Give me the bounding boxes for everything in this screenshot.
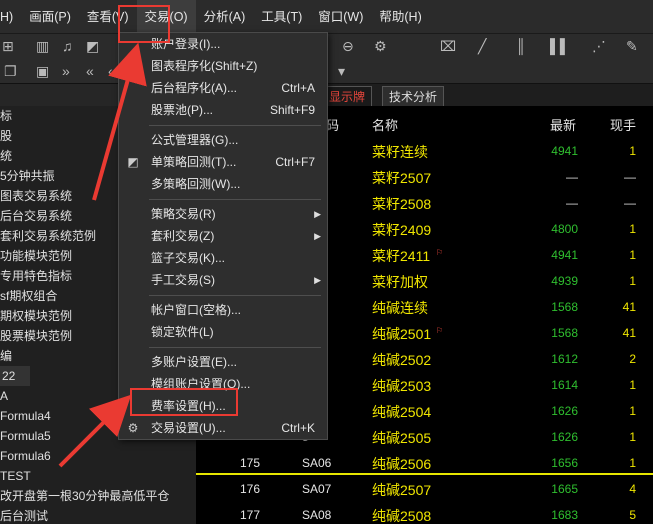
arrow-to-menu (92, 42, 147, 201)
annotation-arrows (58, 42, 147, 468)
arrow-to-fee-settings (58, 394, 132, 468)
